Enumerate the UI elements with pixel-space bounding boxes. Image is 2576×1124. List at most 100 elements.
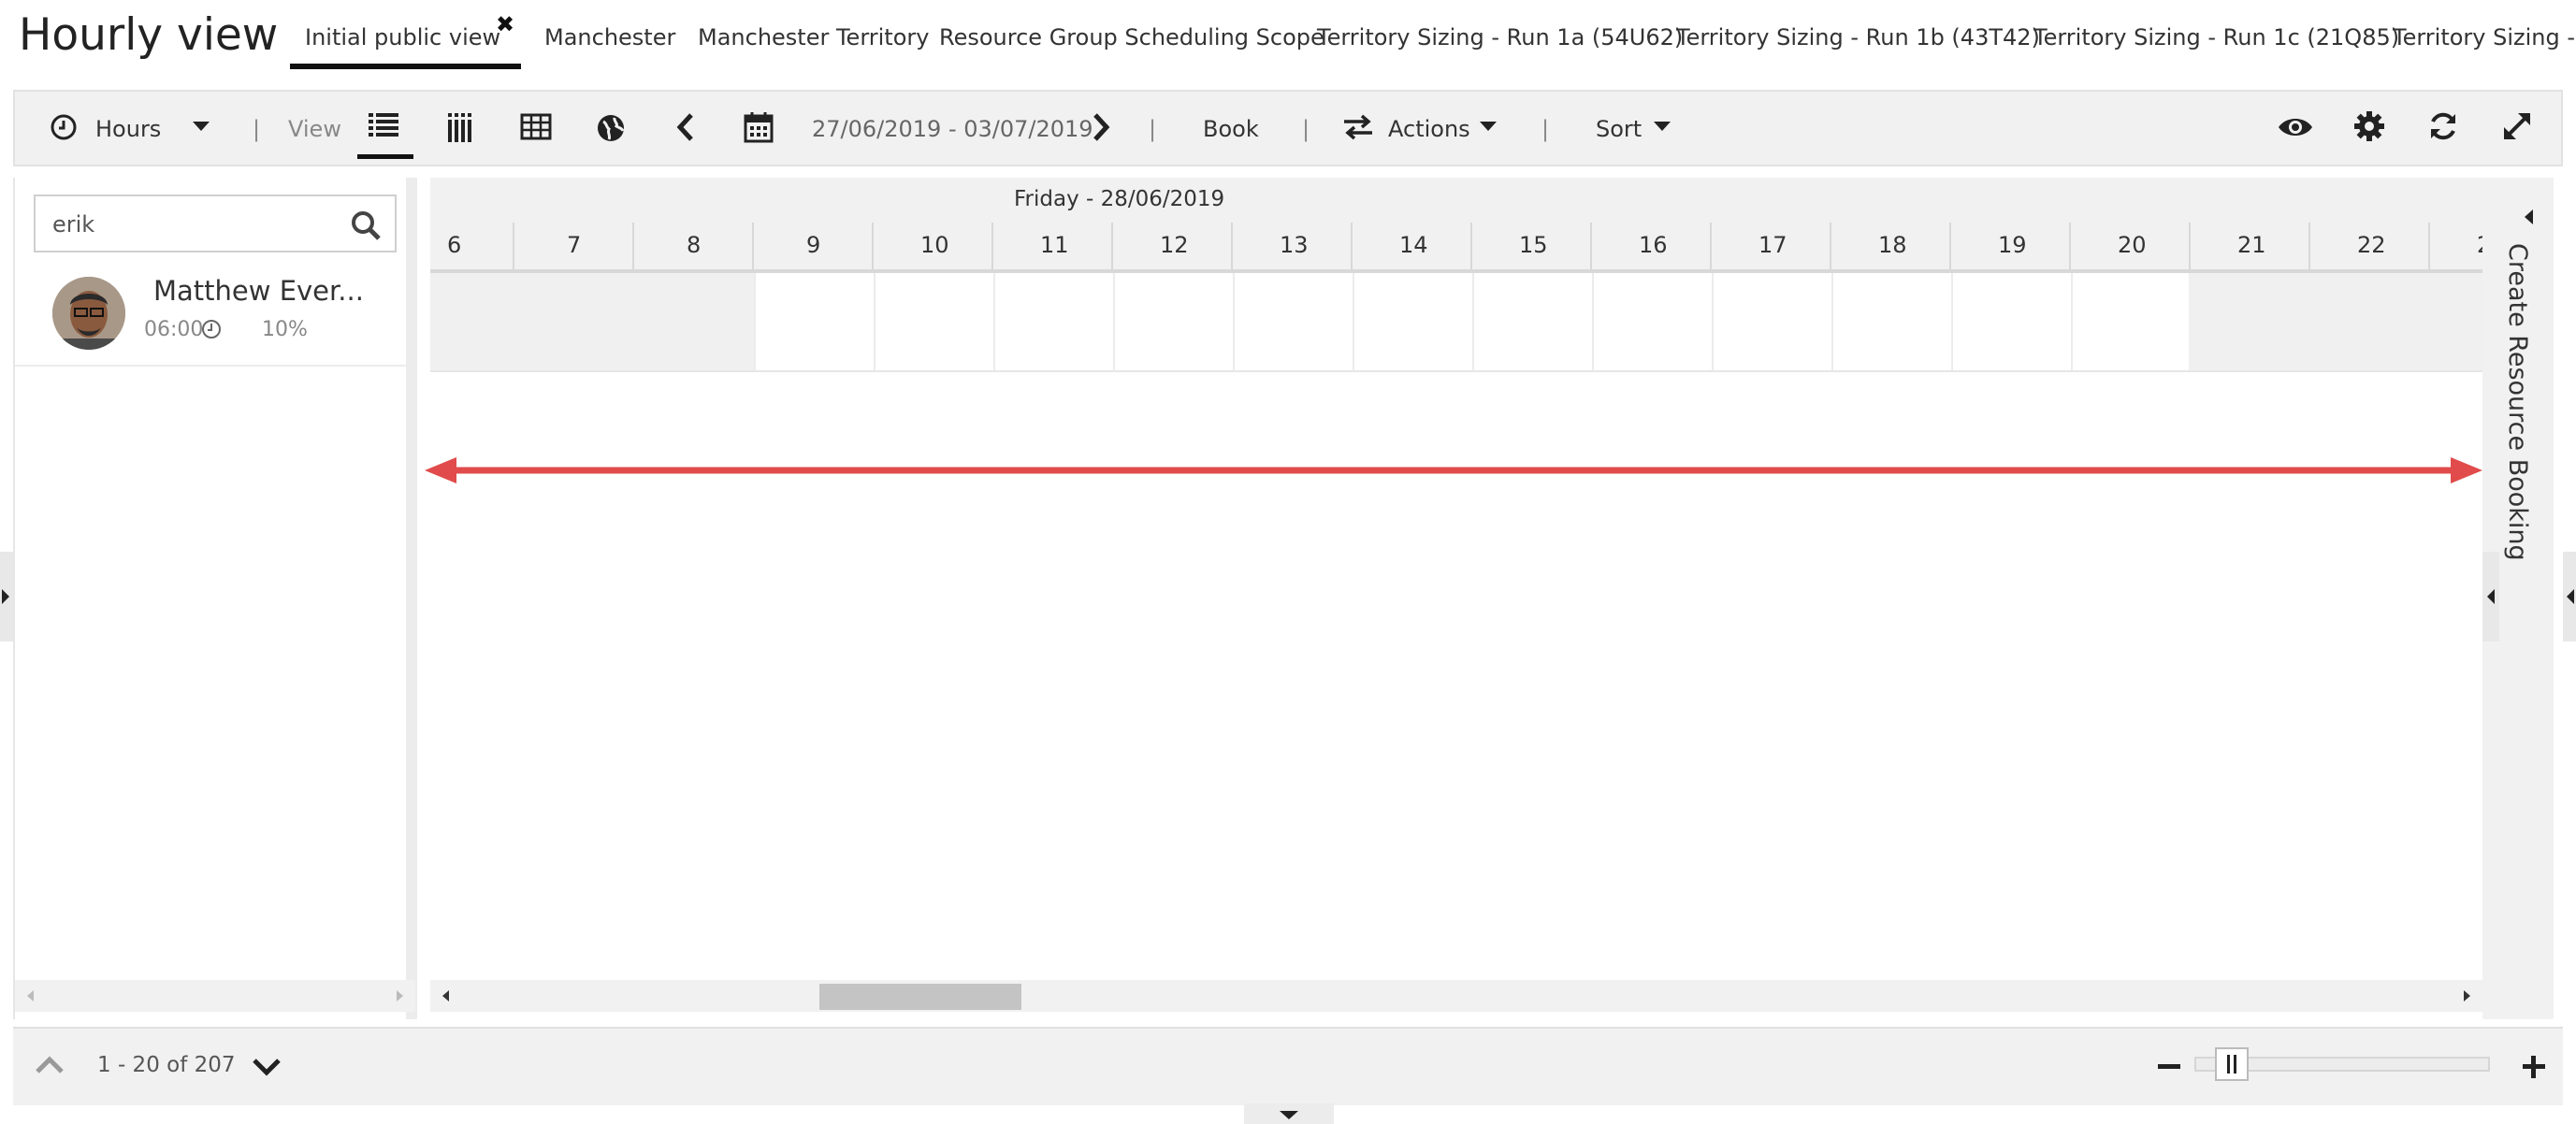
page-down-icon[interactable]	[251, 1055, 282, 1079]
globe-icon[interactable]	[595, 112, 632, 150]
hour-label: 10	[920, 232, 949, 258]
hour-label: 9	[806, 232, 821, 258]
hour-label: 12	[1160, 232, 1189, 258]
hour-cell[interactable]	[1592, 273, 1712, 370]
hour-cell[interactable]	[1233, 273, 1353, 370]
hour-label: 19	[1998, 232, 2027, 258]
gear-icon[interactable]	[2353, 110, 2391, 148]
tab-initial-public-view[interactable]: Initial public view	[305, 24, 500, 50]
chevron-left-icon[interactable]	[673, 112, 711, 150]
hour-cell[interactable]	[1951, 273, 2071, 370]
hour-divider	[1111, 223, 1113, 269]
hour-divider	[1830, 223, 1831, 269]
eye-icon[interactable]	[2277, 112, 2314, 150]
date-range-label[interactable]: 27/06/2019 - 03/07/2019	[812, 116, 1093, 142]
hour-cell[interactable]	[1831, 273, 1951, 370]
page-up-icon[interactable]	[34, 1053, 65, 1077]
hour-cell[interactable]	[874, 273, 993, 370]
sort-button[interactable]: Sort	[1596, 116, 1642, 142]
refresh-icon[interactable]	[2426, 110, 2464, 148]
left-splitter[interactable]	[0, 552, 13, 641]
calendar-icon[interactable]	[743, 110, 780, 148]
hour-cell[interactable]	[754, 273, 874, 370]
page-title: Hourly view	[19, 9, 279, 61]
hour-divider	[872, 223, 874, 269]
close-tab-icon[interactable]: ✖	[496, 11, 514, 37]
hour-divider	[1590, 223, 1592, 269]
right-splitter[interactable]	[2482, 552, 2499, 641]
active-tab-indicator	[290, 64, 521, 69]
tab-manchester[interactable]: Manchester	[544, 24, 675, 50]
sort-dropdown-caret-icon[interactable]	[1652, 116, 1689, 153]
actions-dropdown-caret-icon[interactable]	[1478, 116, 1515, 153]
search-icon[interactable]	[350, 209, 382, 241]
panel-expand-caret-icon[interactable]	[2522, 208, 2537, 226]
active-view-indicator	[357, 154, 413, 159]
hour-header: 6 7 8 9 10 11 12 13 14 15 16 17 18 19 20…	[430, 223, 2482, 273]
dropdown-caret-icon[interactable]	[191, 116, 228, 153]
scroll-left-icon	[27, 990, 34, 1002]
resource-utilization: 10%	[262, 318, 308, 341]
hour-cell[interactable]	[1353, 273, 1472, 370]
book-button[interactable]: Book	[1203, 116, 1259, 142]
resource-schedule-row[interactable]	[430, 273, 2482, 372]
hour-divider	[1231, 223, 1233, 269]
zoom-slider-handle[interactable]	[2215, 1047, 2249, 1081]
date-header: Friday - 28/06/2019	[430, 178, 2482, 223]
far-right-splitter[interactable]	[2563, 552, 2576, 641]
resource-row[interactable]: Matthew Ever... 06:00 10%	[15, 262, 415, 367]
clock-icon	[49, 112, 86, 150]
toolbar-separator: |	[1149, 116, 1157, 142]
tab-territory-sizing-1c[interactable]: Territory Sizing - Run 1c (21Q85)	[2033, 24, 2399, 50]
hour-divider	[2189, 223, 2191, 269]
toolbar: Hours | View 27/06/2019 - 03/07/2019 | B…	[13, 90, 2563, 166]
bottom-splitter[interactable]	[1244, 1103, 1334, 1124]
hour-divider	[632, 223, 634, 269]
off-hours-cell[interactable]	[430, 273, 754, 370]
hour-cell[interactable]	[1472, 273, 1592, 370]
hour-label: 7	[567, 232, 582, 258]
view-tabs: Initial public view Manchester Mancheste…	[286, 0, 2576, 75]
resource-start-time: 06:00	[144, 318, 204, 341]
swap-icon	[1341, 112, 1379, 150]
hour-cell[interactable]	[1712, 273, 1831, 370]
hour-divider	[2069, 223, 2071, 269]
tab-resource-group-scheduling-scope[interactable]: Resource Group Scheduling Scope	[939, 24, 1324, 50]
vertical-view-icon[interactable]	[445, 110, 483, 148]
chevron-right-icon[interactable]	[1089, 112, 1126, 150]
schedule-scroll-thumb[interactable]	[819, 984, 1021, 1010]
zoom-in-icon[interactable]	[2520, 1053, 2548, 1081]
hour-divider	[1949, 223, 1951, 269]
tab-territory-sizing-1a[interactable]: Territory Sizing - Run 1a (54U62)	[1317, 24, 1683, 50]
list-view-icon[interactable]	[367, 108, 404, 146]
schedule-hscrollbar[interactable]	[430, 980, 2482, 1012]
scroll-left-icon	[442, 990, 449, 1002]
hours-mode-label[interactable]: Hours	[95, 116, 161, 142]
hour-cell[interactable]	[993, 273, 1113, 370]
tab-territory-sizing-1b[interactable]: Territory Sizing - Run 1b (43T42)	[1676, 24, 2040, 50]
tab-territory-sizing-r[interactable]: Territory Sizing - R	[2393, 24, 2576, 50]
hour-label: 15	[1519, 232, 1548, 258]
date-label: Friday - 28/06/2019	[1014, 187, 1225, 211]
clock-icon	[200, 318, 223, 340]
resource-search-input[interactable]	[51, 208, 335, 241]
tab-manchester-territory[interactable]: Manchester Territory	[698, 24, 929, 50]
off-hours-block[interactable]	[2189, 273, 2482, 370]
resource-panel-hscrollbar[interactable]	[15, 980, 415, 1012]
create-resource-booking-label[interactable]: Create Resource Booking	[2503, 243, 2532, 561]
hour-divider	[1710, 223, 1712, 269]
expand-icon[interactable]	[2501, 110, 2539, 148]
actions-button[interactable]: Actions	[1388, 116, 1470, 142]
double-arrow-annotation	[425, 457, 2482, 483]
hour-cell[interactable]	[1113, 273, 1233, 370]
zoom-out-icon[interactable]	[2155, 1053, 2183, 1081]
table-view-icon[interactable]	[520, 112, 557, 150]
hour-divider	[991, 223, 993, 269]
scroll-right-icon	[397, 990, 403, 1002]
hour-cell[interactable]	[2071, 273, 2191, 370]
scroll-right-icon	[2464, 990, 2470, 1002]
hour-label: 11	[1040, 232, 1069, 258]
hour-label: 18	[1878, 232, 1907, 258]
hour-label: 6	[447, 232, 462, 258]
avatar	[52, 277, 125, 350]
